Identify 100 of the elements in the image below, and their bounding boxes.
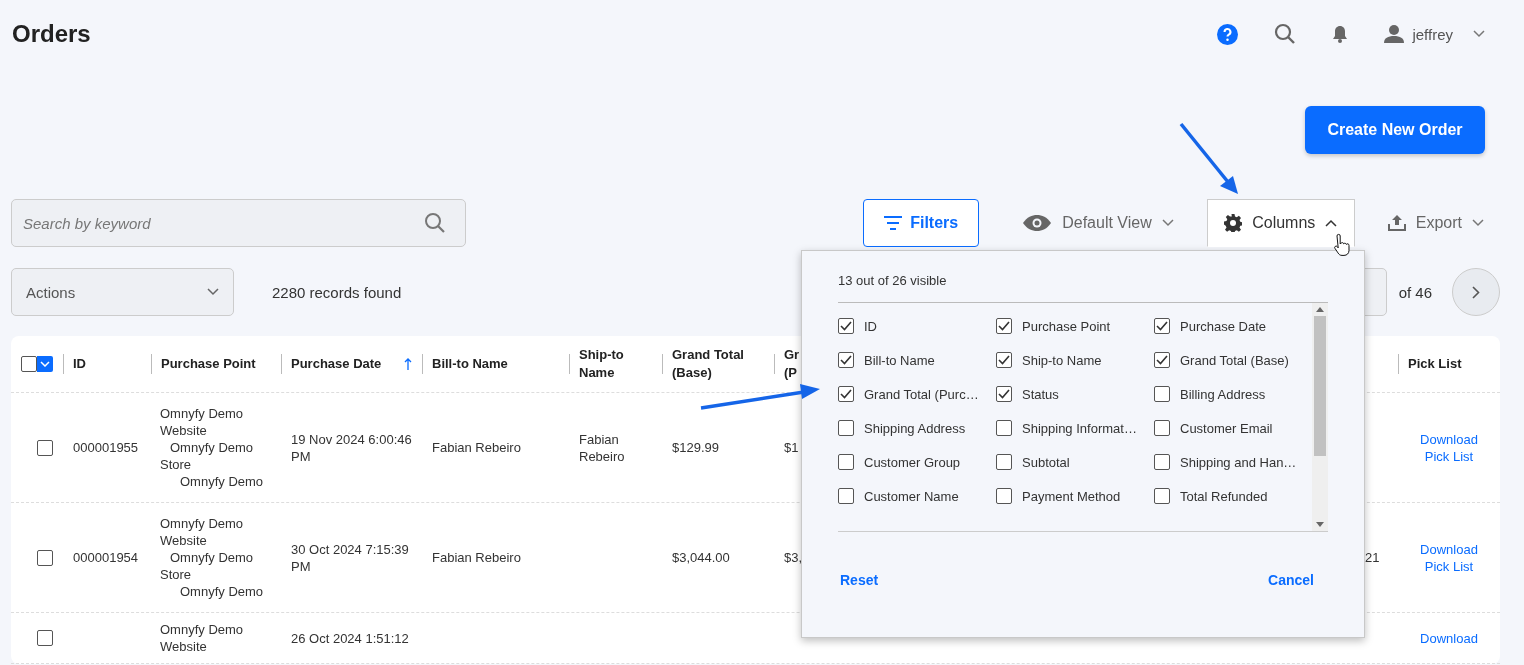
chevron-down-icon xyxy=(1472,219,1484,227)
search-icon[interactable] xyxy=(424,212,446,234)
column-checkbox[interactable] xyxy=(996,420,1012,436)
search-field[interactable]: Search by keyword xyxy=(11,199,466,247)
column-checkbox[interactable] xyxy=(996,352,1012,368)
purchase-date: 30 Oct 2024 7:15:39 PM xyxy=(291,540,410,575)
grand-total: $3,044.00 xyxy=(672,549,731,566)
upload-icon xyxy=(1387,215,1406,231)
chevron-down-icon[interactable] xyxy=(1473,30,1485,38)
filters-button[interactable]: Filters xyxy=(863,199,980,247)
column-option-label[interactable]: Customer Group xyxy=(864,454,961,470)
column-checkbox[interactable] xyxy=(1154,318,1170,334)
page-title: Orders xyxy=(12,20,91,48)
columns-button[interactable]: Columns xyxy=(1206,199,1355,247)
row-checkbox[interactable] xyxy=(37,630,53,646)
column-option-label[interactable]: Shipping Informat… xyxy=(1022,420,1137,436)
column-option-label[interactable]: Ship-to Name xyxy=(1022,352,1102,368)
search-icon[interactable] xyxy=(1274,23,1297,45)
chevron-up-icon xyxy=(1325,219,1338,227)
bill-to-name: Fabian Rebeiro xyxy=(432,549,522,566)
chevron-down-icon xyxy=(1161,219,1174,227)
select-all-checkbox[interactable] xyxy=(21,356,37,372)
scrollbar[interactable] xyxy=(1312,303,1328,531)
download-pick-list-link[interactable]: Download Pick List xyxy=(1408,540,1490,575)
scroll-down-icon[interactable] xyxy=(1316,522,1324,527)
page-total: of 46 xyxy=(1398,283,1432,301)
download-pick-list-link[interactable]: Download xyxy=(1420,629,1478,647)
column-option-label[interactable]: Bill-to Name xyxy=(864,352,935,368)
column-option-label[interactable]: Purchase Date xyxy=(1180,318,1266,334)
column-checkbox[interactable] xyxy=(838,318,854,334)
bell-icon[interactable] xyxy=(1332,25,1349,43)
column-header[interactable]: Gr (P xyxy=(784,346,800,382)
order-id: 000001955 xyxy=(73,439,140,456)
column-option-label[interactable]: Customer Email xyxy=(1180,420,1273,436)
store-name: Omnyfy Demo xyxy=(179,583,265,600)
actions-dropdown[interactable]: Actions xyxy=(11,268,234,316)
column-checkbox[interactable] xyxy=(996,454,1012,470)
column-checkbox[interactable] xyxy=(996,386,1012,402)
column-option-label[interactable]: Shipping Address xyxy=(864,420,966,436)
gear-icon xyxy=(1224,214,1243,232)
row-checkbox[interactable] xyxy=(37,439,53,456)
grand-total: $129.99 xyxy=(672,439,720,456)
column-option-label[interactable]: Subtotal xyxy=(1022,454,1070,470)
column-option-label[interactable]: Total Refunded xyxy=(1180,488,1268,504)
column-checkbox[interactable] xyxy=(1154,420,1170,436)
store-name: Omnyfy Demo Website xyxy=(160,515,245,549)
cancel-button[interactable]: Cancel xyxy=(1268,572,1314,588)
column-checkbox[interactable] xyxy=(838,352,854,368)
column-option-label[interactable]: Purchase Point xyxy=(1022,318,1111,334)
column-checkbox[interactable] xyxy=(996,318,1012,334)
column-option-label[interactable]: Grand Total (Base) xyxy=(1180,352,1289,368)
column-header[interactable]: Ship-to Name xyxy=(579,346,656,382)
column-checkbox[interactable] xyxy=(1154,488,1170,504)
select-menu-button[interactable] xyxy=(37,356,53,372)
chevron-down-icon xyxy=(207,288,219,296)
column-header[interactable]: Pick List xyxy=(1408,355,1462,373)
sort-arrow-icon[interactable] xyxy=(404,358,412,370)
create-new-order-button[interactable]: Create New Order xyxy=(1305,106,1485,154)
scroll-up-icon[interactable] xyxy=(1316,307,1324,312)
column-header[interactable]: Grand Total (Base) xyxy=(672,346,768,382)
row-checkbox[interactable] xyxy=(37,549,53,566)
store-name: Omnyfy Demo xyxy=(179,473,265,490)
user-icon[interactable] xyxy=(1384,25,1405,43)
export-button[interactable]: Export xyxy=(1372,199,1485,247)
order-id: 000001954 xyxy=(73,549,140,566)
store-name: Omnyfy Demo Store xyxy=(160,439,255,473)
chevron-down-icon xyxy=(40,361,50,367)
column-option-label[interactable]: ID xyxy=(864,318,877,334)
column-option-label[interactable]: Status xyxy=(1022,386,1059,402)
bill-to-name: Fabian Rebeiro xyxy=(432,439,522,456)
column-option-label[interactable]: Shipping and Han… xyxy=(1180,454,1297,470)
column-option-label[interactable]: Billing Address xyxy=(1180,386,1266,402)
table-cell: $3, xyxy=(784,549,801,566)
table-cell-text: $1 xyxy=(784,439,800,456)
column-checkbox[interactable] xyxy=(838,454,854,470)
column-checkbox[interactable] xyxy=(838,386,854,402)
column-header[interactable]: Purchase Point xyxy=(161,355,256,373)
column-checkbox[interactable] xyxy=(1154,386,1170,402)
user-name[interactable]: jeffrey xyxy=(1412,25,1453,43)
column-checkbox[interactable] xyxy=(1154,352,1170,368)
eye-icon xyxy=(1022,214,1053,232)
download-pick-list-link[interactable]: Download Pick List xyxy=(1408,430,1490,465)
column-checkbox[interactable] xyxy=(838,420,854,436)
help-icon[interactable] xyxy=(1217,23,1239,45)
store-name: Omnyfy Demo Store xyxy=(160,549,255,583)
visible-count: 13 out of 26 visible xyxy=(838,273,1328,303)
column-option-label[interactable]: Customer Name xyxy=(864,488,959,504)
table-cell-text: 21 xyxy=(1365,549,1381,566)
column-option-label[interactable]: Payment Method xyxy=(1022,488,1121,504)
default-view-button[interactable]: Default View xyxy=(1007,199,1189,247)
column-header[interactable]: Purchase Date xyxy=(291,355,382,373)
column-checkbox[interactable] xyxy=(996,488,1012,504)
column-checkbox[interactable] xyxy=(838,488,854,504)
reset-button[interactable]: Reset xyxy=(840,572,879,588)
column-option-label[interactable]: Grand Total (Purc… xyxy=(864,386,979,402)
column-header[interactable]: Bill-to Name xyxy=(432,355,508,373)
column-header[interactable]: ID xyxy=(73,355,86,373)
column-checkbox[interactable] xyxy=(1154,454,1170,470)
purchase-date: 26 Oct 2024 1:51:12 xyxy=(291,629,410,647)
chevron-right-icon xyxy=(1472,285,1480,299)
